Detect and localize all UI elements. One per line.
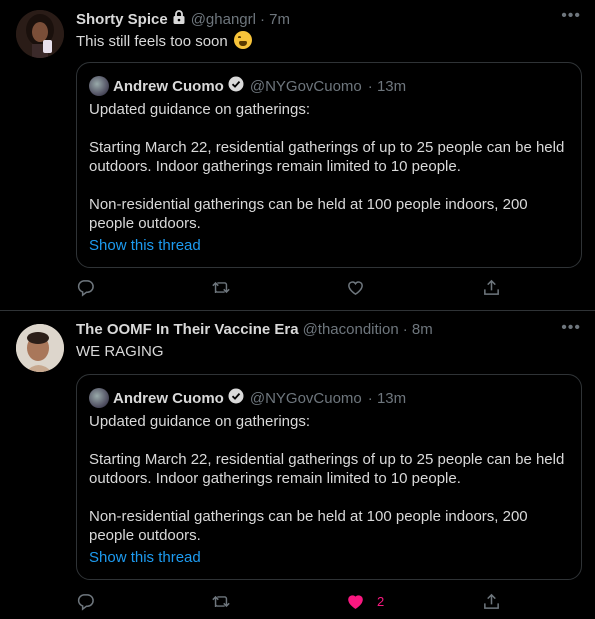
tweet-text-content: This still feels too soon	[76, 33, 228, 50]
like-icon[interactable]	[346, 278, 365, 297]
user-handle[interactable]: @thacondition	[303, 321, 399, 338]
quoted-display-name: Andrew Cuomo	[113, 77, 224, 95]
timestamp[interactable]: · 8m	[403, 321, 433, 338]
tweet-card[interactable]: Shorty Spice @ghangrl · 7m ••• This stil…	[0, 0, 595, 311]
verified-icon	[228, 388, 244, 408]
more-icon[interactable]: •••	[561, 319, 581, 337]
quoted-handle: @NYGovCuomo	[249, 77, 362, 95]
quoted-paragraph: Non-residential gatherings can be held a…	[89, 508, 528, 544]
like-icon[interactable]	[346, 592, 365, 611]
display-name[interactable]: Shorty Spice	[76, 11, 168, 28]
quoted-avatar	[89, 76, 109, 96]
show-thread-link[interactable]: Show this thread	[89, 237, 201, 254]
quoted-tweet[interactable]: Andrew Cuomo @NYGovCuomo · 13m Updated g…	[76, 62, 582, 268]
quoted-text: Updated guidance on gatherings: Starting…	[89, 412, 569, 545]
user-handle[interactable]: @ghangrl	[191, 11, 256, 28]
retweet-icon[interactable]	[211, 592, 231, 611]
weary-face-icon	[233, 31, 252, 49]
quoted-display-name: Andrew Cuomo	[113, 389, 224, 407]
action-bar: 2	[76, 592, 506, 614]
avatar[interactable]	[16, 324, 64, 372]
reply-icon[interactable]	[76, 592, 95, 611]
avatar[interactable]	[16, 10, 64, 58]
tweet-text: This still feels too soon	[76, 31, 252, 50]
quoted-paragraph: Updated guidance on gatherings:	[89, 101, 311, 118]
quoted-timestamp: · 13m	[367, 77, 407, 95]
quoted-handle: @NYGovCuomo	[249, 389, 362, 407]
quoted-tweet[interactable]: Andrew Cuomo @NYGovCuomo · 13m Updated g…	[76, 374, 582, 580]
timestamp[interactable]: · 7m	[260, 11, 290, 28]
quoted-avatar	[89, 388, 109, 408]
reply-icon[interactable]	[76, 278, 95, 297]
share-icon[interactable]	[482, 278, 501, 297]
retweet-icon[interactable]	[211, 278, 231, 297]
like-count: 2	[377, 594, 385, 609]
tweet-text: WE RAGING	[76, 343, 164, 360]
more-icon[interactable]: •••	[561, 7, 581, 25]
verified-icon	[228, 76, 244, 96]
action-bar	[76, 278, 506, 300]
quoted-paragraph: Non-residential gatherings can be held a…	[89, 196, 528, 232]
share-icon[interactable]	[482, 592, 501, 611]
quoted-paragraph: Updated guidance on gatherings:	[89, 413, 311, 430]
tweet-card[interactable]: The OOMF In Their Vaccine Era @thacondit…	[0, 312, 595, 619]
like-button[interactable]: 2	[346, 592, 384, 611]
quoted-text: Updated guidance on gatherings: Starting…	[89, 100, 569, 233]
quoted-paragraph: Starting March 22, residential gathering…	[89, 451, 565, 487]
quoted-timestamp: · 13m	[367, 389, 407, 407]
show-thread-link[interactable]: Show this thread	[89, 549, 201, 566]
display-name[interactable]: The OOMF In Their Vaccine Era	[76, 321, 299, 338]
lock-icon	[171, 9, 187, 29]
quoted-paragraph: Starting March 22, residential gathering…	[89, 139, 565, 175]
